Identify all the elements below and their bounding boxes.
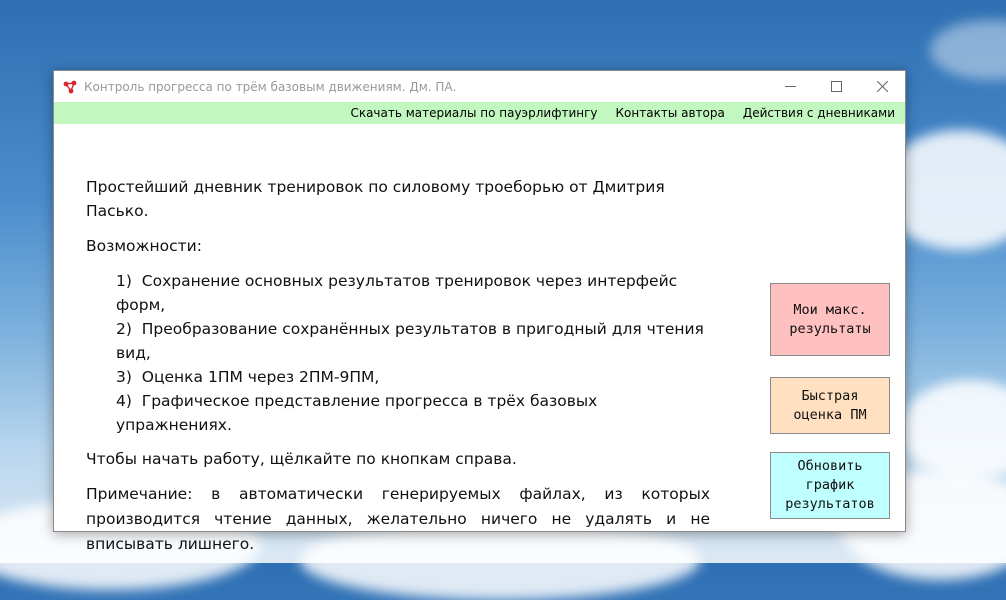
minimize-button[interactable] [767, 71, 813, 102]
feature-item: 3) Оценка 1ПМ через 2ПМ-9ПМ, [116, 368, 380, 386]
maximize-button[interactable] [813, 71, 859, 102]
features-heading: Возможности: [86, 237, 202, 255]
feature-item: 2) Преобразование сохранённых результато… [116, 320, 704, 362]
quick-estimate-button[interactable]: Быстрая оценка ПМ [770, 377, 890, 434]
intro-text: Простейший дневник тренировок по силовом… [86, 178, 665, 220]
feature-item: 4) Графическое представление прогресса в… [116, 392, 598, 434]
close-icon [876, 81, 888, 92]
maximize-icon [830, 81, 842, 92]
description-text: Простейший дневник тренировок по силовом… [86, 175, 710, 568]
menu-item-author-contacts[interactable]: Контакты автора [607, 106, 734, 120]
update-chart-button[interactable]: Обновить график результатов [770, 452, 890, 519]
start-hint: Чтобы начать работу, щёлкайте по кнопкам… [86, 450, 517, 468]
app-window: Контроль прогресса по трём базовым движе… [53, 70, 906, 553]
app-icon [63, 80, 77, 93]
menu-item-diary-actions[interactable]: Действия с дневниками [734, 106, 905, 120]
menu-item-download-materials[interactable]: Скачать материалы по пауэрлифтингу [341, 106, 606, 120]
title-bar[interactable]: Контроль прогресса по трём базовым движе… [54, 71, 905, 102]
window-title: Контроль прогресса по трём базовым движе… [84, 79, 457, 94]
note-text: Примечание: в автоматически генерируемых… [86, 485, 710, 553]
close-button[interactable] [859, 71, 905, 102]
menu-bar: Скачать материалы по пауэрлифтингу Конта… [54, 102, 905, 124]
max-results-button[interactable]: Мои макс. результаты [770, 283, 890, 356]
feature-item: 1) Сохранение основных результатов трени… [116, 272, 678, 314]
minimize-icon [784, 86, 796, 87]
features-list: 1) Сохранение основных результатов трени… [86, 269, 710, 437]
